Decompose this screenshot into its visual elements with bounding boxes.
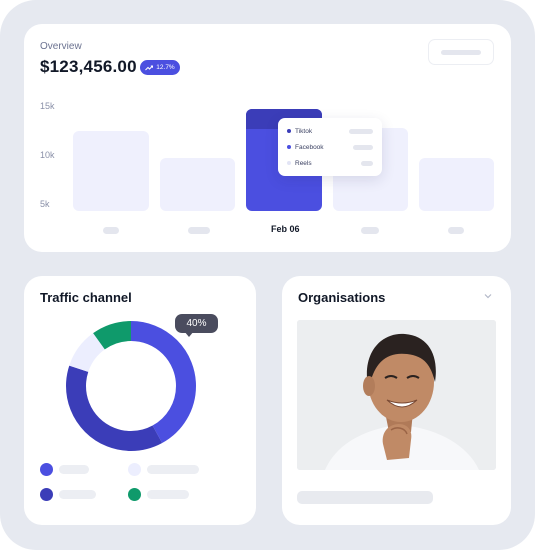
legend-label-placeholder (147, 490, 189, 499)
legend-dot (40, 463, 53, 476)
change-badge: 12.7% (140, 60, 180, 75)
x-label-placeholder (188, 227, 210, 234)
legend-label-placeholder (59, 490, 96, 499)
series-dot (287, 145, 291, 149)
legend-dot (128, 463, 141, 476)
overview-label: Overview (40, 41, 82, 52)
chevron-down-icon[interactable] (482, 290, 494, 302)
x-label-active: Feb 06 (271, 224, 300, 234)
chart-bar[interactable] (160, 158, 235, 211)
legend-label-placeholder (59, 465, 89, 474)
chart-tooltip: Tiktok Facebook Reels (278, 118, 382, 176)
overview-amount: $123,456.00 (40, 57, 137, 76)
x-label-placeholder (361, 227, 379, 234)
legend-dot (40, 488, 53, 501)
x-label-placeholder (448, 227, 464, 234)
y-tick-label: 10k (40, 150, 55, 160)
tooltip-value-placeholder (349, 129, 373, 134)
percent-tooltip: 40% (175, 314, 218, 333)
tooltip-value-placeholder (361, 161, 373, 166)
chart-bar[interactable] (419, 158, 494, 211)
tooltip-series-label: Tiktok (295, 127, 313, 135)
x-label-placeholder (103, 227, 119, 234)
organisations-card: Organisations (282, 276, 511, 525)
trend-up-icon (145, 65, 154, 70)
series-dot (287, 161, 291, 165)
legend-label-placeholder (147, 465, 199, 474)
organisation-name-placeholder (297, 491, 433, 504)
traffic-donut-chart[interactable] (64, 319, 198, 453)
series-dot (287, 129, 291, 133)
tooltip-row-tiktok: Tiktok (287, 126, 312, 136)
overview-card: Overview $123,456.00 12.7% 15k 10k 5k Fe… (24, 24, 511, 252)
change-badge-value: 12.7% (156, 64, 175, 71)
traffic-channel-title: Traffic channel (40, 290, 132, 305)
period-selector-button[interactable] (428, 39, 494, 65)
dashboard-frame: Overview $123,456.00 12.7% 15k 10k 5k Fe… (0, 0, 535, 550)
chart-bar[interactable] (73, 131, 149, 211)
tooltip-row-reels: Reels (287, 158, 312, 168)
period-selector-placeholder (441, 50, 481, 55)
traffic-channel-card: Traffic channel 40% (24, 276, 256, 525)
tooltip-value-placeholder (353, 145, 373, 150)
tooltip-series-label: Facebook (295, 143, 324, 151)
tooltip-series-label: Reels (295, 159, 312, 167)
organisations-title: Organisations (298, 290, 386, 305)
legend-dot (128, 488, 141, 501)
person-photo (297, 320, 496, 470)
person-illustration (297, 320, 496, 470)
y-tick-label: 5k (40, 199, 50, 209)
y-tick-label: 15k (40, 101, 55, 111)
percent-tooltip-pointer (184, 331, 194, 337)
tooltip-row-facebook: Facebook (287, 142, 324, 152)
